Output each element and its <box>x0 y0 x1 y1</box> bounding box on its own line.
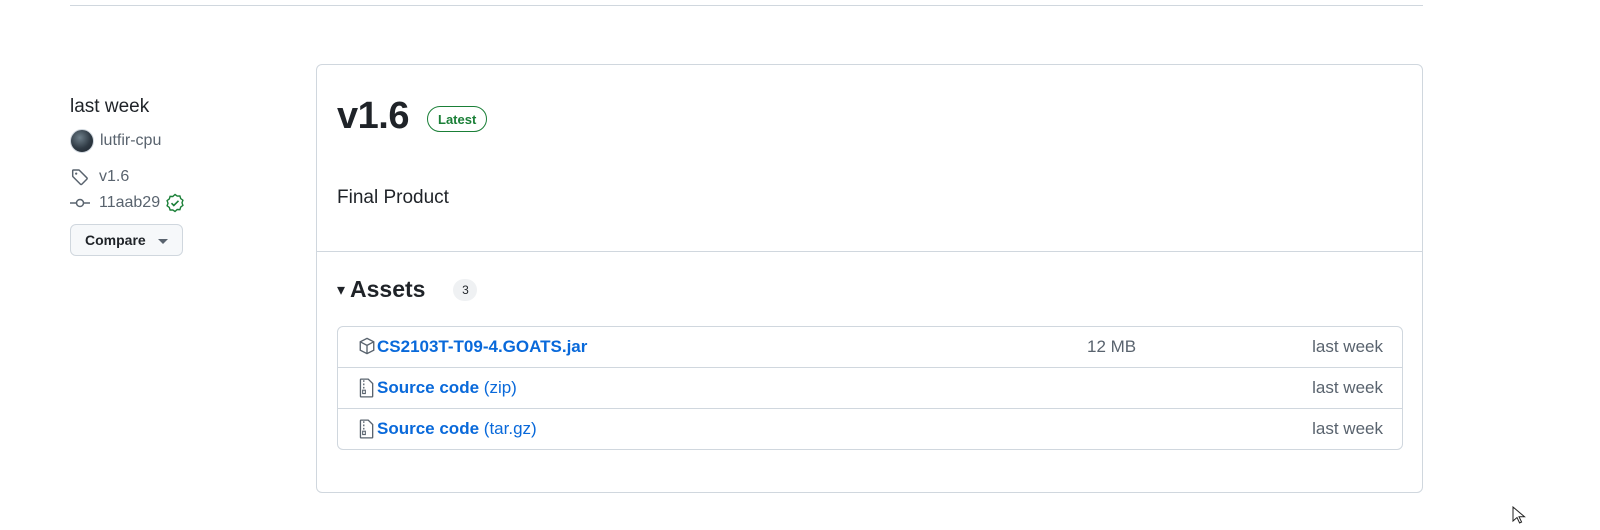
asset-link[interactable]: Source code (zip) <box>377 378 517 398</box>
commit-link[interactable]: 11aab29 <box>99 194 160 212</box>
assets-count-badge: 3 <box>453 278 478 301</box>
release-header: v1.6 Latest Final Product <box>317 65 1422 252</box>
asset-date: last week <box>1312 378 1383 397</box>
release-meta-sidebar: last week lutfir-cpu v1.6 11aab29 Compar… <box>70 96 290 256</box>
release-date: last week <box>70 96 150 117</box>
compare-label: Compare <box>85 232 146 248</box>
commit-icon <box>70 193 90 213</box>
mouse-cursor-icon <box>1512 506 1526 524</box>
release-card: v1.6 Latest Final Product ▾ Assets 3 CS2… <box>316 64 1423 493</box>
release-title[interactable]: v1.6 <box>337 95 409 138</box>
asset-row: CS2103T-T09-4.GOATS.jar 12 MB last week <box>338 327 1402 367</box>
tag-row[interactable]: v1.6 <box>70 164 290 190</box>
file-zip-icon <box>358 378 376 398</box>
asset-size: 12 MB <box>1087 337 1137 356</box>
latest-badge: Latest <box>427 106 488 132</box>
author-row[interactable]: lutfir-cpu <box>70 128 290 154</box>
chevron-down-icon <box>157 238 168 244</box>
author-link[interactable]: lutfir-cpu <box>100 132 161 150</box>
assets-heading: Assets <box>350 276 426 302</box>
asset-row: Source code (zip) last week <box>338 367 1402 408</box>
file-zip-icon <box>358 419 376 439</box>
asset-link[interactable]: Source code (tar.gz) <box>377 419 537 439</box>
package-icon <box>358 337 376 357</box>
commit-row[interactable]: 11aab29 <box>70 190 290 216</box>
asset-date: last week <box>1312 419 1383 438</box>
release-notes: Final Product <box>337 187 449 208</box>
tag-icon <box>70 167 90 187</box>
asset-row: Source code (tar.gz) last week <box>338 408 1402 449</box>
verified-check-icon[interactable] <box>165 193 185 213</box>
asset-date: last week <box>1312 337 1383 356</box>
caret-down-icon: ▾ <box>337 281 346 299</box>
avatar[interactable] <box>70 129 94 153</box>
asset-link[interactable]: CS2103T-T09-4.GOATS.jar <box>377 337 587 357</box>
assets-toggle[interactable]: ▾ Assets 3 <box>337 276 478 303</box>
tag-link[interactable]: v1.6 <box>99 168 129 186</box>
asset-list: CS2103T-T09-4.GOATS.jar 12 MB last week … <box>337 326 1403 450</box>
section-divider <box>70 5 1423 6</box>
compare-button[interactable]: Compare <box>70 224 183 256</box>
